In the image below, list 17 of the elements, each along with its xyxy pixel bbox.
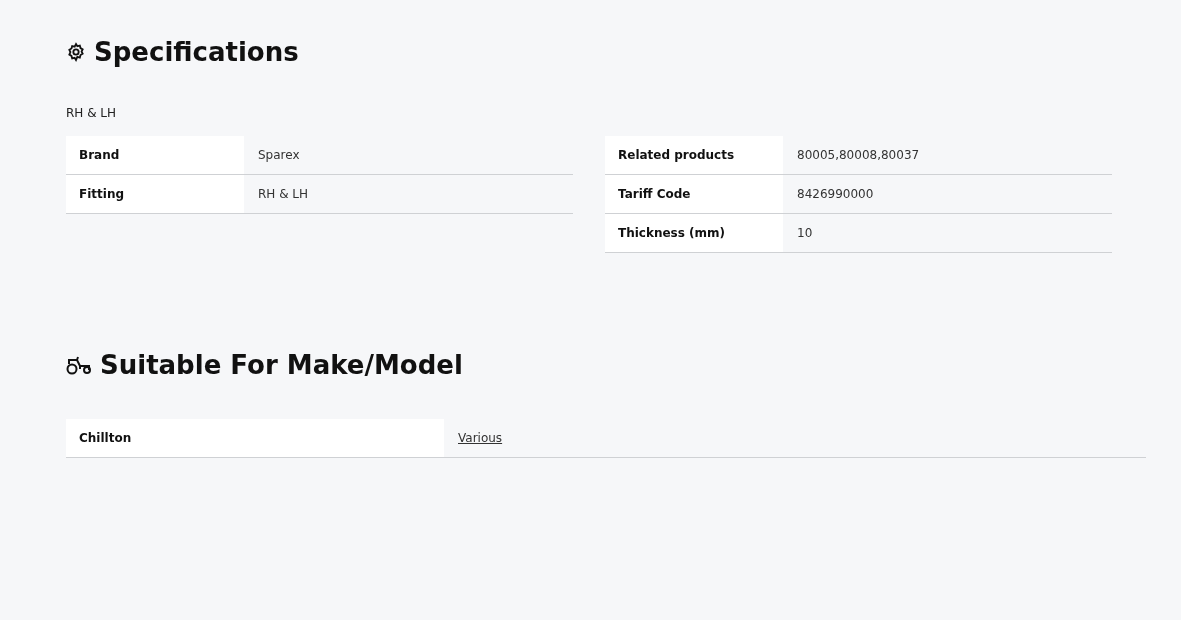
spec-label: Fitting xyxy=(66,175,244,213)
spec-value: Sparex xyxy=(257,147,300,164)
spec-label: Brand xyxy=(66,136,244,174)
tractor-icon xyxy=(66,355,92,375)
gear-icon xyxy=(66,42,86,62)
spec-label: Thickness (mm) xyxy=(605,214,783,252)
section-title: Specifications xyxy=(94,37,299,67)
model-link[interactable]: Various xyxy=(458,431,503,445)
spec-label: Related products xyxy=(605,136,783,174)
section-title: Suitable For Make/Model xyxy=(100,350,463,380)
spec-value: RH & LH xyxy=(257,186,309,203)
spec-value: 80005,80008,80037 xyxy=(796,147,920,164)
summary-text: RH & LH xyxy=(66,106,118,120)
make-label: Chillton xyxy=(66,419,444,457)
spec-value: 8426990000 xyxy=(796,186,874,203)
spec-value: 10 xyxy=(796,225,813,242)
spec-label: Tariff Code xyxy=(605,175,783,213)
